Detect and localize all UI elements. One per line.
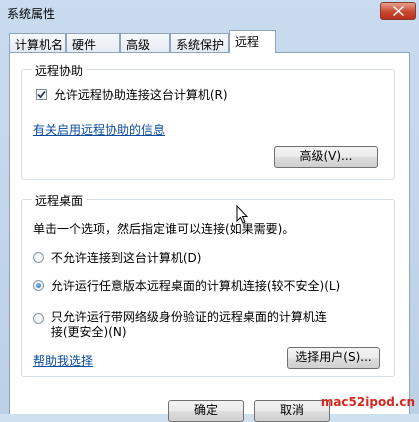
cancel-button[interactable]: 取消 (254, 400, 330, 422)
close-icon (393, 6, 404, 16)
remote-assistance-title: 远程协助 (32, 62, 87, 79)
help-me-choose-link[interactable]: 帮助我选择 (33, 352, 93, 369)
allow-remote-assistance-checkbox[interactable] (36, 89, 47, 100)
radio-nla-only-label: 只允许运行带网络级身份验证的远程桌面的计算机连 (50, 310, 327, 324)
radio-nla-only-label-line2: 接(更安全)(N) (50, 325, 127, 339)
window-title: 系统属性 (7, 7, 56, 21)
radio-disallow-label: 不允许连接到这台计算机(D) (50, 251, 202, 265)
remote-assistance-info-link[interactable]: 有关启用远程协助的信息 (33, 121, 165, 138)
title-bar[interactable]: 系统属性 (0, 0, 419, 26)
watermark: mac52ipod.cn (320, 395, 415, 409)
checkmark-icon (37, 90, 46, 99)
remote-assistance-group: 远程协助 允许远程协助连接这台计算机(R) 有关启用远程协助的信息 高级(V).… (21, 62, 395, 180)
radio-allow-any-version[interactable] (33, 280, 44, 291)
tab-hardware[interactable]: 硬件 (66, 33, 120, 52)
tab-remote[interactable]: 远程 (229, 30, 276, 53)
remote-desktop-instruction: 单击一个选项，然后指定谁可以连接(如果需要)。 (33, 222, 295, 236)
tab-panel-remote: 远程协助 允许远程协助连接这台计算机(R) 有关启用远程协助的信息 高级(V).… (9, 52, 410, 422)
remote-desktop-group: 远程桌面 单击一个选项，然后指定谁可以连接(如果需要)。 不允许连接到这台计算机… (21, 192, 395, 377)
tab-label: 硬件 (72, 38, 97, 52)
tab-system-protection[interactable]: 系统保护 (170, 33, 229, 52)
radio-option-allow-any-version[interactable]: 允许运行任意版本远程桌面的计算机连接(较不安全)(L) (33, 277, 340, 294)
radio-disallow[interactable] (33, 252, 44, 263)
radio-allow-any-version-label: 允许运行任意版本远程桌面的计算机连接(较不安全)(L) (50, 279, 341, 293)
tab-label: 计算机名 (15, 38, 64, 52)
tab-label: 系统保护 (176, 38, 225, 52)
tab-label: 远程 (235, 35, 260, 49)
advanced-button[interactable]: 高级(V)... (274, 146, 378, 168)
select-users-button-label: 选择用户(S)... (295, 350, 372, 364)
ok-button-label: 确定 (193, 403, 218, 417)
select-users-button[interactable]: 选择用户(S)... (287, 347, 380, 369)
system-properties-window: 系统属性 计算机名 硬件 高级 系统保护 远程 远程协助 允许远程协助连接这台计… (0, 0, 419, 422)
tab-computer-name[interactable]: 计算机名 (9, 33, 66, 52)
radio-option-disallow[interactable]: 不允许连接到这台计算机(D) (33, 249, 201, 266)
mouse-pointer-icon (236, 205, 248, 224)
ok-button[interactable]: 确定 (168, 400, 244, 422)
cancel-button-label: 取消 (279, 403, 304, 417)
tab-advanced[interactable]: 高级 (120, 33, 170, 52)
radio-option-nla-only[interactable]: 只允许运行带网络级身份验证的远程桌面的计算机连 接(更安全)(N) (33, 310, 327, 340)
tab-label: 高级 (126, 38, 151, 52)
allow-remote-assistance-label: 允许远程协助连接这台计算机(R) (53, 88, 228, 102)
radio-nla-only[interactable] (33, 313, 44, 324)
remote-desktop-title: 远程桌面 (32, 192, 87, 209)
close-button[interactable] (380, 2, 416, 20)
allow-remote-assistance-option[interactable]: 允许远程协助连接这台计算机(R) (36, 86, 228, 103)
advanced-button-label: 高级(V)... (299, 149, 353, 163)
